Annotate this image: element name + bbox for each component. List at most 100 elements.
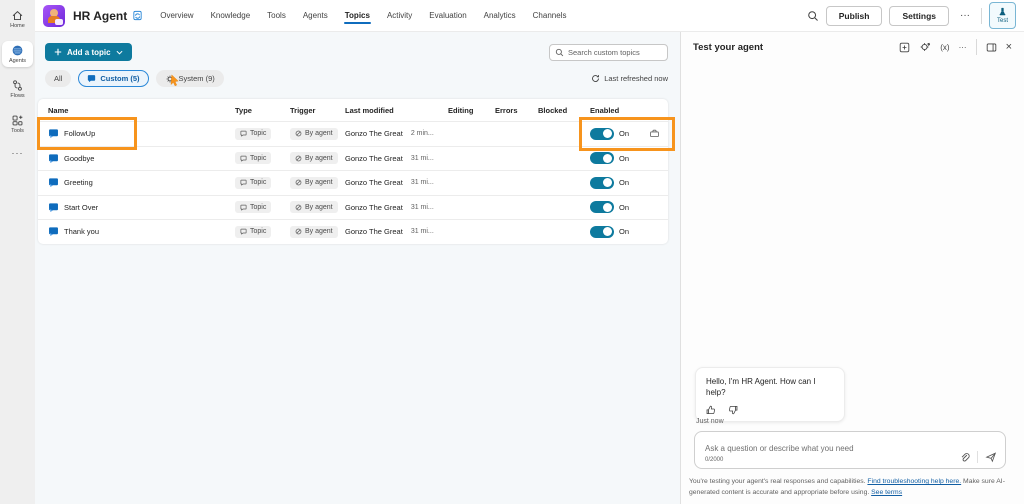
panel-more-icon[interactable]: ··· (959, 43, 967, 52)
track-topics-icon[interactable] (919, 41, 931, 53)
send-icon[interactable] (985, 451, 997, 463)
flows-icon (11, 79, 24, 92)
chat-bubble-icon (240, 228, 247, 235)
test-panel-header: Test your agent (x) ··· × (681, 32, 1024, 62)
tab-channels[interactable]: Channels (532, 1, 568, 30)
type-badge: Topic (235, 176, 272, 189)
tab-tools[interactable]: Tools (266, 1, 287, 30)
topics-page: Add a topic All Custom (5) System (9) La… (35, 32, 680, 504)
add-topic-button[interactable]: Add a topic (45, 43, 132, 61)
publish-button[interactable]: Publish (825, 5, 883, 26)
see-terms-link[interactable]: See terms (871, 489, 902, 496)
thumbs-up-icon[interactable] (706, 405, 716, 415)
topic-name: FollowUp (64, 129, 96, 139)
plus-icon (54, 48, 62, 56)
trigger-badge: By agent (290, 127, 338, 140)
table-row[interactable]: Goodbye Topic By agent Gonzo The Great 31… (38, 145, 668, 171)
home-icon (11, 9, 24, 22)
chat-input-box[interactable]: 0/2000 (694, 431, 1006, 469)
agent-avatar (43, 4, 65, 27)
tab-agents[interactable]: Agents (302, 1, 329, 30)
left-navigation-rail: Home Agents Flows Tools ··· (0, 0, 35, 504)
sidebar-item-label: Home (10, 23, 25, 29)
last-refreshed[interactable]: Last refreshed now (591, 74, 668, 83)
new-conversation-icon[interactable] (899, 42, 910, 53)
sidebar-item-tools[interactable]: Tools (2, 111, 33, 137)
trigger-badge: By agent (290, 176, 338, 189)
chat-bubble-icon (240, 204, 247, 211)
table-row[interactable]: FollowUp Topic By agent Gonzo The Great 2… (38, 121, 668, 146)
attachment-icon[interactable] (959, 452, 970, 463)
sidebar-item-agents[interactable]: Agents (2, 41, 33, 67)
chat-input[interactable] (705, 444, 945, 453)
filter-system[interactable]: System (9) (155, 70, 224, 87)
search-icon[interactable] (807, 10, 819, 22)
trigger-badge: By agent (290, 201, 338, 214)
by-agent-icon (295, 130, 302, 137)
tab-activity[interactable]: Activity (386, 1, 413, 30)
message-timestamp: Just now (696, 418, 724, 425)
dock-panel-icon[interactable] (986, 42, 997, 53)
divider (977, 451, 978, 463)
enabled-toggle[interactable] (590, 127, 614, 140)
test-agent-panel: Test your agent (x) ··· × Hello, I'm HR … (680, 32, 1024, 504)
modified-by: Gonzo The Great (345, 178, 403, 188)
type-badge: Topic (235, 225, 272, 238)
tab-knowledge[interactable]: Knowledge (210, 1, 252, 30)
filter-custom[interactable]: Custom (5) (78, 70, 149, 87)
sidebar-item-home[interactable]: Home (2, 6, 33, 32)
enabled-toggle[interactable] (590, 201, 614, 214)
last-refreshed-label: Last refreshed now (604, 74, 668, 83)
table-row[interactable]: Start Over Topic By agent Gonzo The Grea… (38, 194, 668, 220)
troubleshooting-link[interactable]: Find troubleshooting help here. (867, 478, 961, 485)
thumbs-down-icon[interactable] (728, 405, 738, 415)
filter-all[interactable]: All (45, 70, 72, 87)
tab-topics[interactable]: Topics (343, 1, 372, 30)
sidebar-more-button[interactable]: ··· (12, 148, 24, 158)
more-options-button[interactable]: ··· (956, 8, 974, 23)
type-badge: Topic (235, 127, 272, 140)
chat-bubble-icon (88, 75, 96, 83)
enabled-toggle[interactable] (590, 176, 614, 189)
tab-analytics[interactable]: Analytics (483, 1, 517, 30)
modified-by: Gonzo The Great (345, 227, 403, 237)
table-header-row: Name Type Trigger Last modified Editing … (38, 99, 668, 121)
by-agent-icon (295, 228, 302, 235)
settings-button[interactable]: Settings (889, 5, 949, 26)
close-panel-icon[interactable]: × (1006, 41, 1012, 53)
tab-evaluation[interactable]: Evaluation (428, 1, 467, 30)
type-badge: Topic (235, 201, 272, 214)
sidebar-item-flows[interactable]: Flows (2, 76, 33, 102)
test-panel-toggle-button[interactable]: Test (989, 2, 1016, 29)
sync-status-icon (132, 10, 143, 21)
add-topic-label: Add a topic (67, 47, 111, 57)
chat-bubble-icon (240, 155, 247, 162)
sidebar-item-label: Agents (8, 58, 27, 64)
table-row[interactable]: Greeting Topic By agent Gonzo The Great 3… (38, 170, 668, 195)
trigger-badge: By agent (290, 152, 338, 165)
filter-system-label: System (9) (178, 74, 215, 83)
search-custom-topics[interactable] (549, 44, 668, 61)
topic-name: Goodbye (64, 153, 95, 163)
modified-time: 31 mi... (410, 179, 434, 187)
divider (981, 7, 982, 24)
topic-icon (49, 129, 58, 139)
char-counter: 0/2000 (705, 457, 724, 463)
agents-icon (11, 44, 24, 57)
enabled-toggle[interactable] (590, 225, 614, 238)
tab-overview[interactable]: Overview (159, 1, 194, 30)
enabled-toggle[interactable] (590, 152, 614, 165)
divider (975, 39, 977, 55)
system-gear-icon (166, 75, 173, 82)
briefcase-icon[interactable] (649, 128, 660, 139)
enabled-label: On (619, 153, 630, 163)
variables-icon[interactable]: (x) (940, 43, 949, 52)
tools-icon (11, 114, 24, 127)
by-agent-icon (295, 155, 302, 162)
by-agent-icon (295, 179, 302, 186)
test-panel-title: Test your agent (693, 41, 764, 53)
column-header-errors: Errors (495, 105, 518, 115)
search-custom-topics-input[interactable] (568, 48, 662, 57)
enabled-label: On (619, 202, 630, 212)
table-row[interactable]: Thank you Topic By agent Gonzo The Great… (38, 219, 668, 244)
